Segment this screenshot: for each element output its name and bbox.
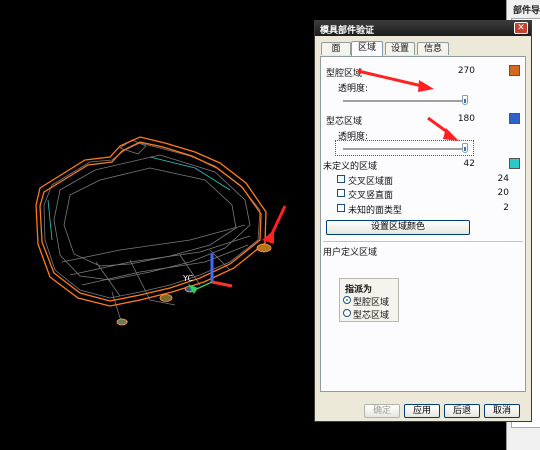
annotation-arrow-cavity	[357, 69, 434, 92]
annotation-overlay	[357, 69, 459, 141]
annotation-arrow-core	[427, 116, 459, 141]
